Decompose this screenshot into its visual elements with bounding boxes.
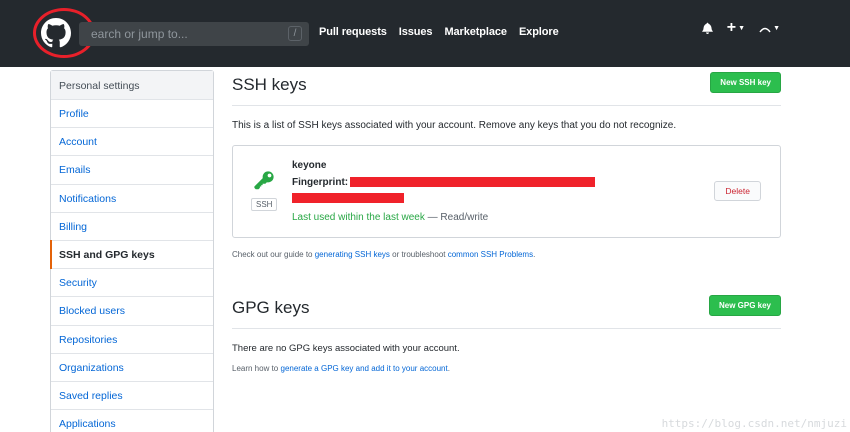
- ssh-section-header: SSH keys New SSH key: [232, 70, 781, 106]
- ssh-keys-title: SSH keys: [232, 75, 307, 94]
- sidebar-item-account[interactable]: Account: [51, 128, 213, 157]
- settings-sidebar: Personal settings Profile Account Emails…: [50, 70, 214, 432]
- access-level: — Read/write: [427, 212, 489, 223]
- watermark: https://blog.csdn.net/nmjuzi: [661, 417, 847, 430]
- gpg-keys-title: GPG keys: [232, 298, 310, 317]
- generate-gpg-key-link[interactable]: generate a GPG key and add it to your ac…: [281, 364, 448, 373]
- top-header: earch or jump to... / Pull requests Issu…: [0, 0, 850, 67]
- sidebar-item-ssh-gpg-keys[interactable]: SSH and GPG keys: [50, 239, 213, 270]
- common-ssh-problems-link[interactable]: common SSH Problems: [448, 250, 533, 259]
- main-content: SSH keys New SSH key This is a list of S…: [232, 70, 781, 373]
- sidebar-item-organizations[interactable]: Organizations: [51, 354, 213, 382]
- ssh-key-item: SSH keyone Fingerprint: Last used within…: [232, 145, 781, 238]
- gpg-section-header: GPG keys New GPG key: [232, 293, 781, 329]
- fingerprint-label: Fingerprint:: [292, 177, 349, 188]
- guide-mid: or troubleshoot: [392, 250, 446, 259]
- sidebar-item-saved-replies[interactable]: Saved replies: [51, 382, 213, 411]
- ssh-guide-text: Check out our guide to generating SSH ke…: [232, 250, 781, 259]
- sidebar-item-blocked-users[interactable]: Blocked users: [51, 297, 213, 326]
- slash-shortcut-icon: /: [288, 26, 302, 41]
- bell-icon[interactable]: [702, 22, 713, 34]
- sidebar-item-notifications[interactable]: Notifications: [51, 185, 213, 213]
- delete-key-button[interactable]: Delete: [714, 181, 761, 201]
- sidebar-header: Personal settings: [51, 71, 213, 100]
- learn-prefix: Learn how to: [232, 364, 279, 373]
- ssh-badge: SSH: [251, 198, 278, 211]
- sidebar-item-security[interactable]: Security: [51, 269, 213, 298]
- last-used-text: Last used within the last week: [292, 212, 425, 223]
- search-input[interactable]: earch or jump to... /: [79, 22, 309, 46]
- nav-explore[interactable]: Explore: [519, 26, 559, 38]
- top-nav: Pull requests Issues Marketplace Explore: [319, 26, 559, 38]
- sidebar-item-repositories[interactable]: Repositories: [51, 326, 213, 354]
- new-ssh-key-button[interactable]: New SSH key: [710, 72, 781, 93]
- guide-prefix: Check out our guide to: [232, 250, 313, 259]
- gpg-description: There are no GPG keys associated with yo…: [232, 343, 460, 354]
- ssh-description: This is a list of SSH keys associated wi…: [232, 120, 677, 131]
- header-icons: + ▼ ▼: [702, 20, 780, 36]
- ssh-key-name: keyone: [292, 160, 327, 171]
- key-icon: [253, 170, 275, 197]
- gpg-learn-text: Learn how to generate a GPG key and add …: [232, 364, 781, 373]
- sidebar-item-profile[interactable]: Profile: [51, 100, 213, 129]
- sidebar-item-applications[interactable]: Applications: [51, 410, 213, 432]
- learn-suffix: .: [447, 364, 450, 373]
- nav-issues[interactable]: Issues: [399, 26, 433, 38]
- search-placeholder: earch or jump to...: [91, 27, 188, 41]
- sidebar-item-emails[interactable]: Emails: [51, 156, 213, 185]
- redaction-bar-fingerprint: [350, 177, 595, 187]
- last-used-status: Last used within the last week — Read/wr…: [292, 212, 488, 223]
- sidebar-item-billing[interactable]: Billing: [51, 213, 213, 241]
- nav-marketplace[interactable]: Marketplace: [444, 26, 507, 38]
- generating-ssh-keys-link[interactable]: generating SSH keys: [315, 250, 390, 259]
- new-gpg-key-button[interactable]: New GPG key: [708, 295, 781, 316]
- avatar-icon[interactable]: ▼: [759, 23, 780, 33]
- guide-suffix: .: [533, 250, 536, 259]
- plus-icon[interactable]: + ▼: [727, 20, 745, 36]
- nav-pull-requests[interactable]: Pull requests: [319, 26, 387, 38]
- redaction-bar-added: [292, 193, 404, 203]
